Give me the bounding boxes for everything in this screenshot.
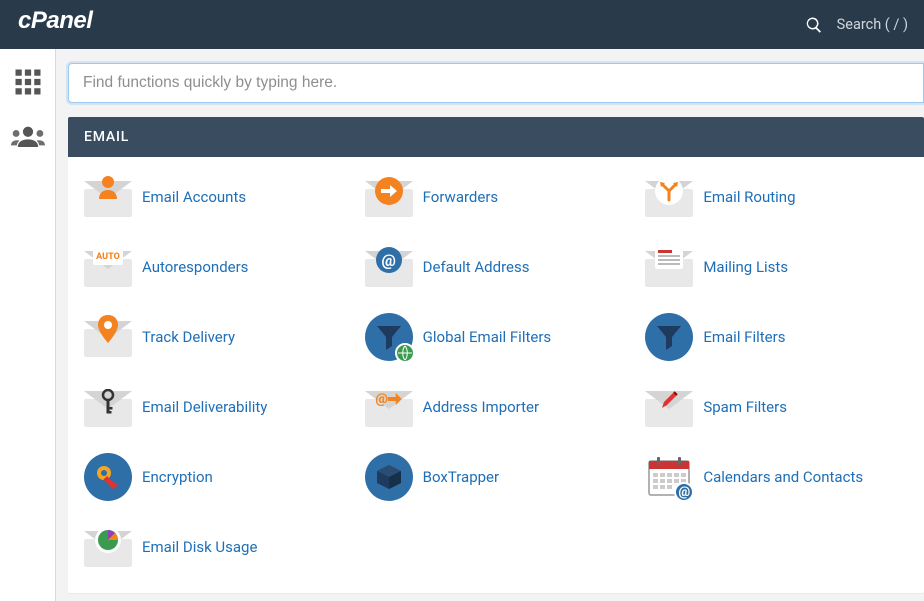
- feature-email-accounts[interactable]: Email Accounts: [80, 167, 351, 227]
- list-envelope-icon: [645, 243, 693, 291]
- sidebar: [0, 49, 56, 601]
- feature-label: Calendars and Contacts: [703, 468, 863, 486]
- calendar-at-icon: @: [645, 453, 693, 501]
- routing-envelope-icon: [645, 173, 693, 221]
- feature-calendars-contacts[interactable]: @ Calendars and Contacts: [641, 447, 912, 507]
- feature-forwarders[interactable]: Forwarders: [361, 167, 632, 227]
- import-envelope-icon: @: [365, 383, 413, 431]
- sidebar-user-manager[interactable]: [11, 119, 45, 153]
- feature-global-email-filters[interactable]: Global Email Filters: [361, 307, 632, 367]
- feature-track-delivery[interactable]: Track Delivery: [80, 307, 351, 367]
- brand-logo[interactable]: cPanel: [18, 8, 128, 41]
- panel-email-header[interactable]: EMAIL: [68, 117, 924, 157]
- feature-autoresponders[interactable]: AUTO Autoresponders: [80, 237, 351, 297]
- feature-label: BoxTrapper: [423, 468, 499, 486]
- feature-email-disk-usage[interactable]: Email Disk Usage: [80, 517, 351, 577]
- feature-default-address[interactable]: @ Default Address: [361, 237, 632, 297]
- sidebar-home-grid[interactable]: [11, 65, 45, 99]
- feature-label: Email Accounts: [142, 188, 246, 206]
- encryption-icon: [84, 453, 132, 501]
- header-search-hint[interactable]: Search ( / ): [837, 16, 908, 33]
- feature-boxtrapper[interactable]: BoxTrapper: [361, 447, 632, 507]
- topbar: cPanel Search ( / ): [0, 0, 924, 49]
- main-content: EMAIL Email Accounts: [56, 49, 924, 601]
- feature-label: Email Routing: [703, 188, 795, 206]
- at-envelope-icon: @: [365, 243, 413, 291]
- svg-text:cPanel: cPanel: [18, 8, 94, 34]
- feature-label: Track Delivery: [142, 328, 235, 346]
- feature-label: Spam Filters: [703, 398, 787, 416]
- topbar-right: Search ( / ): [805, 16, 908, 34]
- feature-label: Global Email Filters: [423, 328, 552, 346]
- search-icon[interactable]: [805, 16, 823, 34]
- feature-label: Email Filters: [703, 328, 785, 346]
- feature-label: Encryption: [142, 468, 213, 486]
- auto-envelope-icon: AUTO: [84, 243, 132, 291]
- key-envelope-icon: [84, 383, 132, 431]
- feature-encryption[interactable]: Encryption: [80, 447, 351, 507]
- feature-label: Default Address: [423, 258, 530, 276]
- feature-mailing-lists[interactable]: Mailing Lists: [641, 237, 912, 297]
- pin-envelope-icon: [84, 313, 132, 361]
- feature-spam-filters[interactable]: Spam Filters: [641, 377, 912, 437]
- panel-email-body: Email Accounts Forwarders: [68, 157, 924, 593]
- feature-email-filters[interactable]: Email Filters: [641, 307, 912, 367]
- person-envelope-icon: [84, 173, 132, 221]
- arrow-envelope-icon: [365, 173, 413, 221]
- feature-label: Autoresponders: [142, 258, 248, 276]
- feature-address-importer[interactable]: @ Address Importer: [361, 377, 632, 437]
- panel-email: EMAIL Email Accounts: [68, 117, 924, 593]
- feature-label: Email Disk Usage: [142, 538, 257, 556]
- feature-label: Forwarders: [423, 188, 499, 206]
- boxtrapper-icon: [365, 453, 413, 501]
- pencil-envelope-icon: [645, 383, 693, 431]
- feature-email-routing[interactable]: Email Routing: [641, 167, 912, 227]
- funnel-icon: [645, 313, 693, 361]
- feature-label: Mailing Lists: [703, 258, 788, 276]
- funnel-globe-icon: [365, 313, 413, 361]
- pie-envelope-icon: [84, 523, 132, 571]
- feature-label: Email Deliverability: [142, 398, 267, 416]
- feature-label: Address Importer: [423, 398, 539, 416]
- function-search-input[interactable]: [68, 63, 924, 103]
- feature-email-deliverability[interactable]: Email Deliverability: [80, 377, 351, 437]
